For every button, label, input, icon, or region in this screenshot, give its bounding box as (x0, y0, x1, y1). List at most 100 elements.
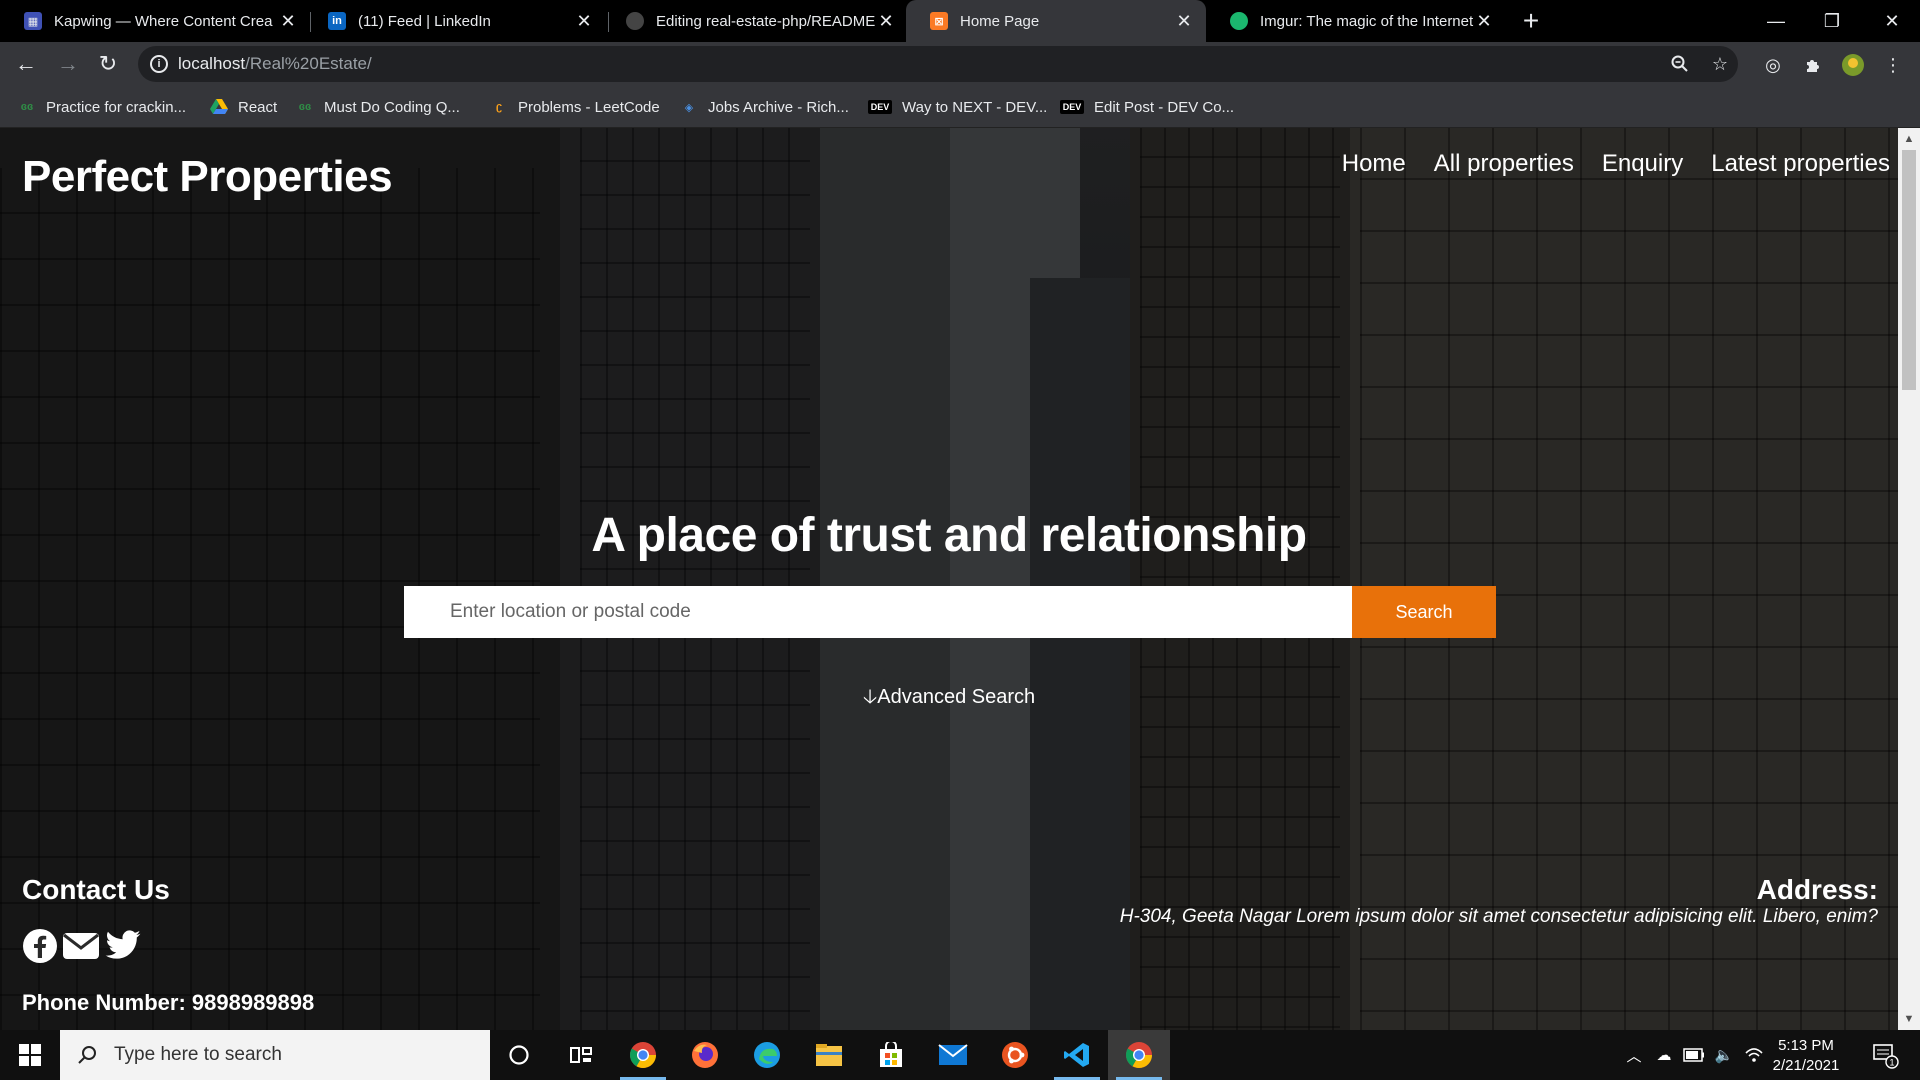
nav-all-properties[interactable]: All properties (1434, 150, 1574, 178)
url-host: localhost (178, 54, 246, 73)
arrow-down-icon: 🡣 (862, 686, 878, 708)
clock-date: 2/21/2021 (1772, 1057, 1840, 1074)
bookmark-label: Jobs Archive - Rich... (708, 98, 849, 116)
extension-target-icon[interactable]: ◎ (1760, 52, 1786, 78)
nav-enquiry[interactable]: Enquiry (1602, 150, 1683, 178)
battery-icon[interactable] (1682, 1030, 1706, 1080)
gfg-icon: ɞɞ (298, 101, 312, 113)
extensions-puzzle-icon[interactable] (1800, 52, 1826, 78)
advanced-search-toggle[interactable]: 🡣Advanced Search (0, 682, 1898, 716)
email-icon[interactable] (62, 931, 100, 961)
bookmark-label: Edit Post - DEV Co... (1094, 98, 1235, 116)
close-tab-icon[interactable]: ✕ (876, 11, 896, 32)
onedrive-cloud-icon[interactable]: ☁ (1652, 1030, 1676, 1080)
show-hidden-icons-chevron-icon[interactable]: ︿ (1622, 1030, 1646, 1080)
vscode-taskbar-icon[interactable] (1046, 1030, 1108, 1080)
reload-icon[interactable]: ↻ (92, 48, 124, 80)
leetcode-icon: ʗ (495, 101, 503, 113)
bookmark-item[interactable]: ɞɞ Practice for crackin... (18, 86, 186, 128)
ubuntu-taskbar-icon[interactable] (984, 1030, 1046, 1080)
bookmark-item[interactable]: React (210, 86, 277, 128)
profile-avatar[interactable] (1840, 52, 1866, 78)
dev-icon: DEV (1060, 100, 1084, 114)
taskbar-search-box[interactable]: Type here to search (60, 1030, 490, 1080)
page-viewport: Perfect Properties Home All properties E… (0, 128, 1898, 1030)
close-tab-icon[interactable]: ✕ (1174, 11, 1194, 32)
page-scrollbar[interactable]: ▲ ▼ (1898, 128, 1920, 1030)
site-info-icon[interactable]: i (150, 55, 168, 73)
bookmark-item[interactable]: ʗ Problems - LeetCode (490, 86, 660, 128)
browser-tab-strip: ▦ Kapwing — Where Content Crea ✕ in (11)… (0, 0, 1920, 42)
address-bar[interactable]: i localhost/Real%20Estate/ ☆ (138, 46, 1738, 82)
site-brand-logo[interactable]: Perfect Properties (22, 152, 393, 202)
forward-icon[interactable]: → (52, 48, 84, 80)
tab-title: Home Page (960, 12, 1040, 30)
bookmark-star-icon[interactable]: ☆ (1708, 52, 1732, 76)
browser-tab[interactable]: Editing real-estate-php/README ✕ (602, 0, 908, 42)
close-window-icon[interactable]: ✕ (1864, 0, 1920, 42)
menu-kebab-icon[interactable]: ⋮ (1880, 52, 1906, 78)
volume-icon[interactable]: 🔈 (1712, 1030, 1736, 1080)
nav-home[interactable]: Home (1342, 150, 1406, 178)
windows-start-icon[interactable] (0, 1030, 60, 1080)
close-tab-icon[interactable]: ✕ (278, 11, 298, 32)
gfg-icon: ɞɞ (20, 101, 34, 113)
search-button[interactable]: Search (1352, 586, 1496, 638)
cortana-icon[interactable] (488, 1030, 550, 1080)
address-url[interactable]: localhost/Real%20Estate/ (178, 54, 372, 74)
jobs-icon: ◈ (684, 101, 694, 114)
close-tab-icon[interactable]: ✕ (1474, 11, 1494, 32)
xampp-icon: ⊠ (930, 12, 948, 30)
windows-taskbar: Type here to search ︿ ☁ 🔈 5:13 PM 2/21/2… (0, 1030, 1920, 1080)
mail-taskbar-icon[interactable] (922, 1030, 984, 1080)
tab-title: (11) Feed | LinkedIn (358, 12, 491, 30)
imgur-icon (1230, 12, 1248, 30)
file-explorer-taskbar-icon[interactable] (798, 1030, 860, 1080)
firefox-taskbar-icon[interactable] (674, 1030, 736, 1080)
tab-title: Editing real-estate-php/README (656, 12, 876, 30)
phone-number: Phone Number: 9898989898 (22, 990, 315, 1015)
clock-time: 5:13 PM (1778, 1037, 1834, 1054)
twitter-icon[interactable] (104, 930, 142, 962)
hero-title: A place of trust and relationship (591, 509, 1307, 562)
close-tab-icon[interactable]: ✕ (574, 11, 594, 32)
notification-count: 1 (1889, 1058, 1894, 1068)
notification-center-icon[interactable]: 1 (1862, 1030, 1908, 1080)
tab-title: Kapwing — Where Content Crea (54, 12, 273, 30)
bookmark-label: Practice for crackin... (46, 98, 187, 116)
bookmark-item[interactable]: ◈ Jobs Archive - Rich... (680, 86, 849, 128)
tab-title: Imgur: The magic of the Internet (1260, 12, 1474, 30)
store-taskbar-icon[interactable] (860, 1030, 922, 1080)
search-icon (76, 1044, 98, 1066)
facebook-icon[interactable] (22, 928, 58, 964)
back-icon[interactable]: ← (10, 48, 42, 80)
scroll-down-arrow-icon[interactable]: ▼ (1898, 1008, 1920, 1030)
browser-tab[interactable]: ▦ Kapwing — Where Content Crea ✕ (0, 0, 310, 42)
bookmark-label: Problems - LeetCode (518, 98, 660, 116)
browser-tab[interactable]: Imgur: The magic of the Internet ✕ (1206, 0, 1506, 42)
bookmark-item[interactable]: DEV Edit Post - DEV Co... (1060, 86, 1234, 128)
location-search-input[interactable] (404, 586, 1352, 638)
zoom-icon[interactable] (1668, 52, 1692, 76)
bookmark-label: Way to NEXT - DEV... (902, 98, 1048, 116)
new-tab-button[interactable]: + (1516, 4, 1546, 38)
browser-tab[interactable]: in (11) Feed | LinkedIn ✕ (304, 0, 606, 42)
main-nav: Home All properties Enquiry Latest prope… (1342, 150, 1890, 178)
bookmark-item[interactable]: ɞɞ Must Do Coding Q... (296, 86, 460, 128)
scroll-up-arrow-icon[interactable]: ▲ (1898, 128, 1920, 150)
drive-icon (210, 99, 228, 115)
restore-icon[interactable]: ❐ (1804, 0, 1860, 42)
kapwing-icon: ▦ (24, 12, 42, 30)
taskbar-clock[interactable]: 5:13 PM 2/21/2021 (1758, 1036, 1854, 1076)
chrome-taskbar-icon-active[interactable] (1108, 1030, 1170, 1080)
task-view-icon[interactable] (550, 1030, 612, 1080)
scrollbar-thumb[interactable] (1902, 150, 1916, 390)
social-links (22, 928, 142, 964)
nav-latest-properties[interactable]: Latest properties (1711, 150, 1890, 178)
property-search-form: Search (404, 586, 1496, 638)
minimize-icon[interactable]: — (1748, 0, 1804, 42)
browser-tab-active[interactable]: ⊠ Home Page ✕ (906, 0, 1206, 42)
edge-taskbar-icon[interactable] (736, 1030, 798, 1080)
bookmark-item[interactable]: DEV Way to NEXT - DEV... (868, 86, 1047, 128)
chrome-taskbar-icon[interactable] (612, 1030, 674, 1080)
